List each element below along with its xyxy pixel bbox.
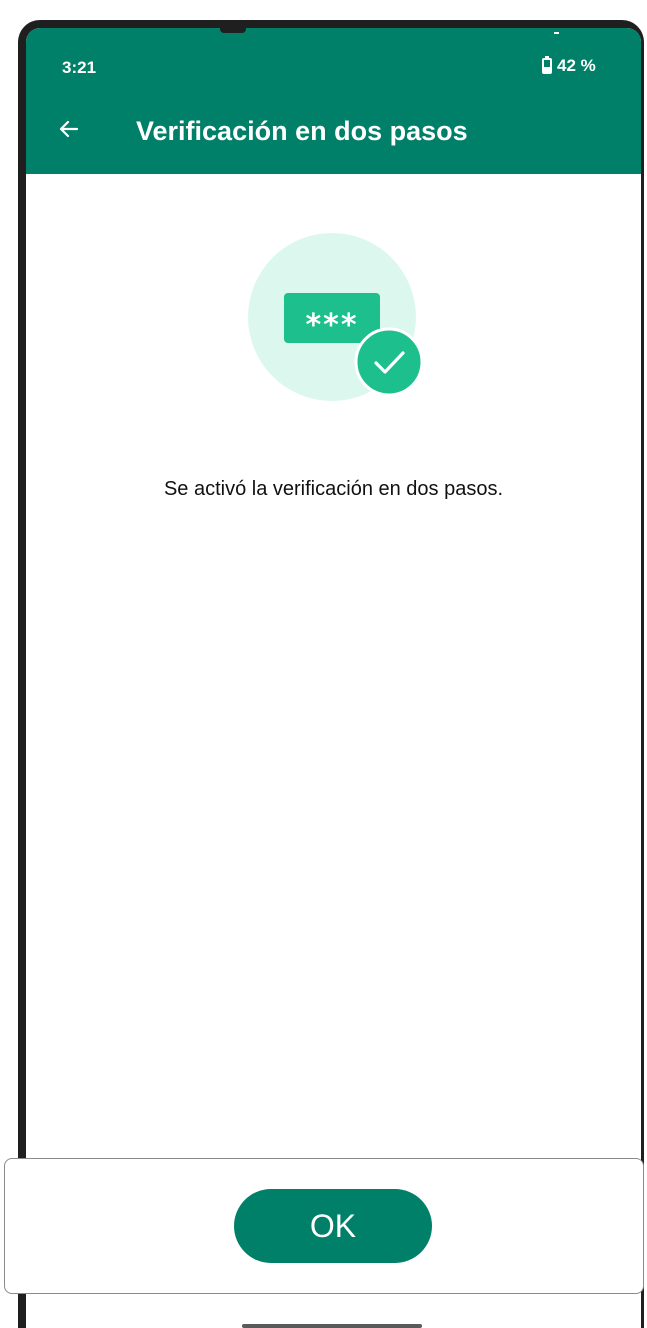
battery-percentage: 42 %	[557, 56, 596, 75]
device-frame: 3:21 42 % Verificación en dos pasos ***	[18, 20, 644, 1328]
checkmark-badge-icon	[354, 327, 424, 397]
bottom-action-panel: OK	[4, 1158, 644, 1294]
app-bar: 3:21 42 % Verificación en dos pasos	[26, 28, 641, 174]
ok-button[interactable]: OK	[234, 1189, 432, 1263]
camera-notch	[220, 28, 246, 33]
arrow-left-icon	[59, 120, 79, 138]
screen: 3:21 42 % Verificación en dos pasos ***	[26, 28, 641, 1328]
battery-icon	[542, 56, 552, 74]
two-step-illustration: ***	[248, 233, 424, 409]
status-indicator	[554, 32, 559, 34]
success-message: Se activó la verificación en dos pasos.	[163, 478, 504, 500]
page-title: Verificación en dos pasos	[136, 116, 468, 146]
svg-text:***: ***	[305, 308, 358, 343]
battery-status: 42 %	[542, 56, 596, 76]
back-button[interactable]	[52, 112, 86, 146]
gesture-nav-handle[interactable]	[242, 1324, 422, 1328]
status-time: 3:21	[62, 58, 97, 77]
